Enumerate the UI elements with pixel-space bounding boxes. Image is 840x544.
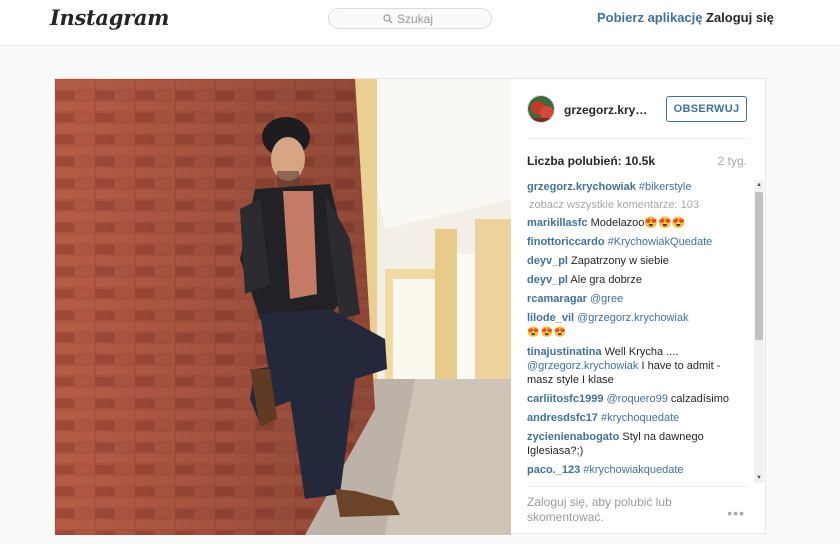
comment-username[interactable]: andresdsfc17	[527, 412, 598, 424]
avatar-image	[528, 96, 554, 122]
view-all-comments-link[interactable]: zobacz wszystkie komentarze: 103	[529, 199, 749, 211]
comment-mention[interactable]: @grzegorz.krychowiak	[577, 312, 688, 324]
comment-username[interactable]: deyv_pl	[527, 274, 568, 286]
comment-item: finottoriccardo #KrychowiakQuedate	[527, 235, 749, 249]
post-details-pane: grzegorz.krych… OBSERWUJ Liczba polubień…	[511, 79, 765, 533]
top-navigation-bar: Instagram Pobierz aplikację Zaloguj się	[0, 0, 840, 46]
caption-username[interactable]: grzegorz.krychowiak	[527, 181, 636, 193]
comment-text: Zapatrzony w siebie	[571, 255, 669, 267]
post-age[interactable]: 2 tyg.	[718, 154, 747, 168]
caption-hashtag[interactable]: #bikerstyle	[639, 181, 692, 193]
comment-username[interactable]: paco._123	[527, 464, 580, 476]
comment-item: carliitosfc1999 @roquero99 calzadísimo	[527, 392, 749, 406]
avatar[interactable]	[527, 95, 555, 123]
comment-text: Well Krycha ....	[604, 346, 679, 358]
post-header: grzegorz.krych… OBSERWUJ	[527, 93, 749, 139]
get-app-link[interactable]: Pobierz aplikację	[597, 10, 703, 25]
caption: grzegorz.krychowiak #bikerstyle	[527, 180, 749, 194]
comment-item: rcamaragar @gree	[527, 292, 749, 306]
comments-list: grzegorz.krychowiak #bikerstyle zobacz w…	[527, 180, 749, 483]
comment-item: zycienienabogato Styl na dawnego Iglesia…	[527, 430, 749, 458]
comment-item: andresdsfc17 #krychoquedate	[527, 411, 749, 425]
comments-scrollbar[interactable]: ▲ ▼	[754, 180, 764, 483]
comment-item: tinajustinatina Well Krycha .... @grzego…	[527, 345, 749, 387]
search-input[interactable]	[397, 11, 437, 26]
comment-username[interactable]: finottoriccardo	[527, 236, 605, 248]
comment-mention[interactable]: @roquero99	[607, 393, 668, 405]
follow-button[interactable]: OBSERWUJ	[666, 96, 747, 122]
comment-text: Modelazoo😍😍😍	[590, 217, 686, 229]
comment-hashtag[interactable]: #KrychowiakQuedate	[608, 236, 713, 248]
comment-username[interactable]: tinajustinatina	[527, 346, 602, 358]
scroll-down-arrow-icon[interactable]: ▼	[754, 473, 764, 483]
comment-username[interactable]: carliitosfc1999	[527, 393, 603, 405]
comment-username[interactable]: zycienienabogato	[527, 431, 619, 443]
comment-item: marikillasfc Modelazoo😍😍😍	[527, 216, 749, 230]
comment-item: lilode_vil @grzegorz.krychowiak 😍😍😍	[527, 311, 749, 340]
more-options-icon[interactable]: •••	[727, 505, 745, 521]
search-box[interactable]	[328, 8, 492, 29]
comment-username[interactable]: lilode_vil	[527, 312, 574, 324]
scroll-up-arrow-icon[interactable]: ▲	[754, 180, 764, 190]
comment-username[interactable]: deyv_pl	[527, 255, 568, 267]
login-to-like-note: Zaloguj się, aby polubić lub skomentować…	[527, 495, 687, 525]
comment-text: calzadísimo	[670, 393, 729, 405]
comment-hashtag[interactable]: #krychoquedate	[601, 412, 679, 424]
login-to-like-link[interactable]: Zaloguj się	[527, 495, 585, 509]
post-photo[interactable]	[55, 79, 511, 535]
comment-item: paco._123 #krychowiakquedate	[527, 463, 749, 477]
login-link[interactable]: Zaloguj się	[706, 10, 774, 25]
likes-count[interactable]: Liczba polubień: 10.5k	[527, 154, 655, 168]
post-footer: Zaloguj się, aby polubić lub skomentować…	[527, 486, 749, 525]
scrollbar-thumb[interactable]	[755, 192, 763, 340]
comment-item: deyv_pl Zapatrzony w siebie	[527, 254, 749, 268]
comment-text: Ale gra dobrze	[570, 274, 642, 286]
comment-username[interactable]: marikillasfc	[527, 217, 588, 229]
search-icon	[383, 13, 393, 23]
post-photo-image	[55, 79, 511, 535]
comment-mention[interactable]: @gree	[590, 293, 623, 305]
post-card: grzegorz.krych… OBSERWUJ Liczba polubień…	[54, 78, 766, 535]
comment-username[interactable]: rcamaragar	[527, 293, 587, 305]
comment-text: 😍😍😍	[527, 327, 568, 338]
post-author-username[interactable]: grzegorz.krych…	[564, 103, 654, 117]
comment-hashtag[interactable]: #krychowiakquedate	[583, 464, 683, 476]
comment-mention[interactable]: @grzegorz.krychowiak	[527, 360, 638, 372]
instagram-logo[interactable]: Instagram	[50, 5, 169, 30]
comment-item: deyv_pl Ale gra dobrze	[527, 273, 749, 287]
